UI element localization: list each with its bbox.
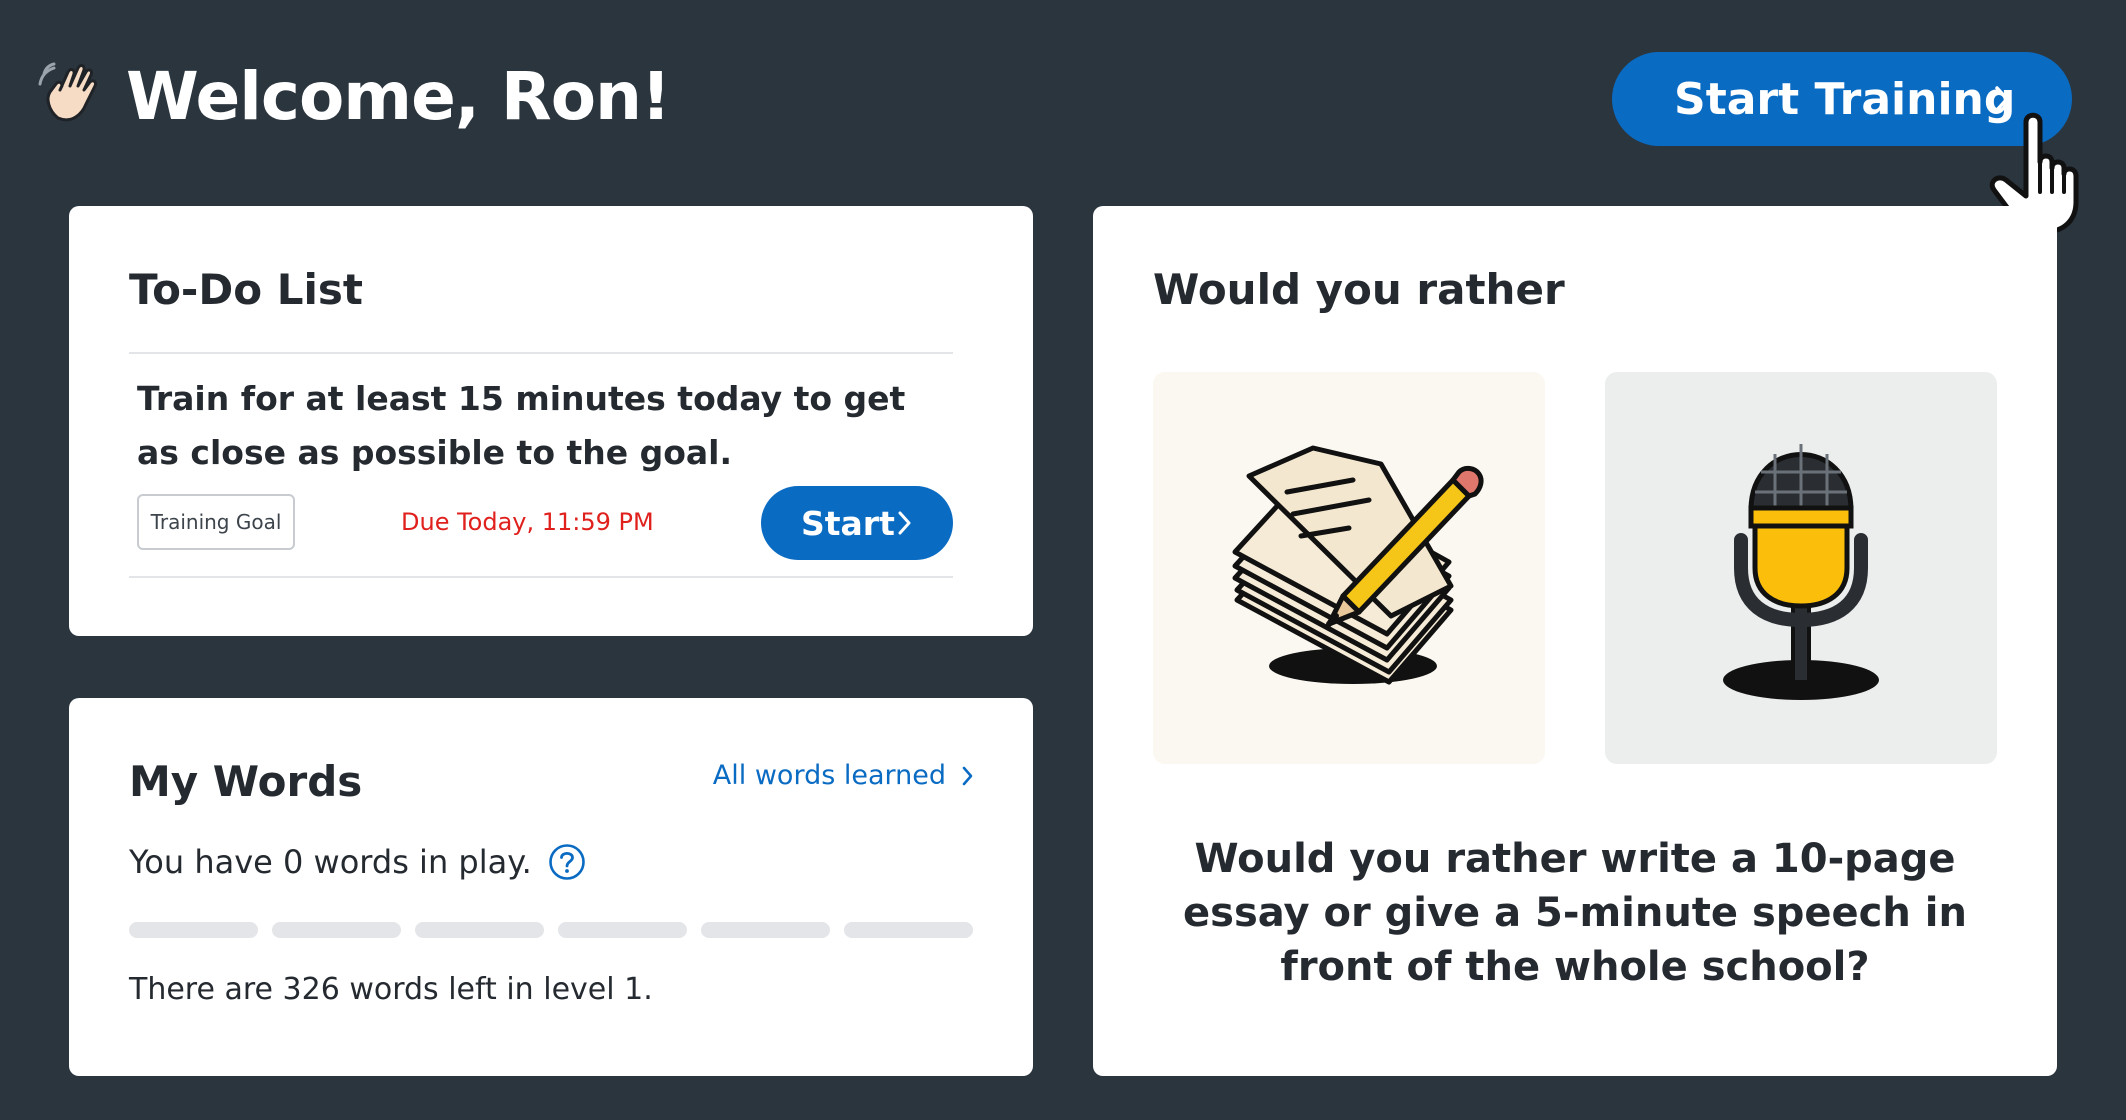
all-words-learned-link[interactable]: All words learned — [713, 760, 973, 791]
all-words-learned-label: All words learned — [712, 760, 946, 791]
progress-segment — [844, 922, 973, 938]
option-essay[interactable] — [1153, 372, 1545, 764]
todo-task-text: Train for at least 15 minutes today to g… — [137, 379, 906, 472]
todo-start-button[interactable]: Start — [761, 486, 953, 560]
dashboard-page: Welcome, Ron! Start Training To-Do List … — [0, 0, 2126, 1120]
my-words-title: My Words — [129, 757, 363, 806]
option-speech[interactable] — [1605, 372, 1997, 764]
waving-hand-icon — [38, 62, 97, 122]
chevron-right-icon — [962, 766, 973, 785]
chevron-right-icon — [898, 511, 911, 535]
words-progress-bar — [129, 922, 973, 938]
would-you-rather-card: Would you rather Would you rather write … — [1093, 206, 2057, 1076]
progress-segment — [701, 922, 830, 938]
divider — [129, 352, 953, 354]
start-training-label: Start Training — [1674, 73, 2016, 125]
chevron-right-icon — [1995, 86, 2009, 112]
words-in-play-text: You have 0 words in play. — [129, 843, 532, 881]
progress-segment — [129, 922, 258, 938]
welcome-heading: Welcome, Ron! — [126, 58, 671, 135]
would-you-rather-question: Would you rather write a 10-page essay o… — [1183, 836, 1967, 990]
help-icon[interactable] — [548, 843, 586, 881]
divider — [129, 576, 953, 578]
words-in-play-row: You have 0 words in play. — [129, 840, 586, 884]
paper-and-pencil-icon — [1232, 445, 1484, 685]
start-label: Start — [801, 503, 895, 543]
todo-title: To-Do List — [129, 265, 363, 314]
progress-segment — [415, 922, 544, 938]
progress-segment — [558, 922, 687, 938]
words-remaining-text: There are 326 words left in level 1. — [129, 972, 653, 1007]
due-date: Due Today, 11:59 PM — [401, 508, 654, 536]
would-you-rather-title: Would you rather — [1153, 265, 1565, 314]
microphone-icon — [1723, 444, 1879, 700]
training-goal-tag: Training Goal — [137, 494, 295, 550]
todo-card: To-Do List Train for at least 15 minutes… — [69, 206, 1033, 636]
my-words-card: My Words All words learned You have 0 wo… — [69, 698, 1033, 1076]
progress-segment — [272, 922, 401, 938]
